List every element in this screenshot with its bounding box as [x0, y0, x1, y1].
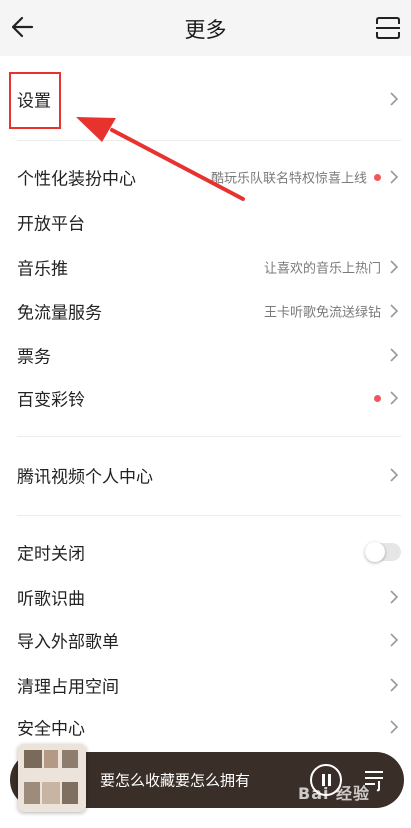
menu-item-label: 导入外部歌单 [17, 632, 119, 653]
menu-item-label: 定时关闭 [17, 544, 85, 565]
menu-item-song-recognition[interactable]: 听歌识曲 [0, 577, 411, 617]
menu-item-label: 音乐推 [17, 259, 68, 280]
menu-item-security-center[interactable]: 安全中心 [0, 707, 411, 747]
menu-item-settings[interactable]: 设置 [0, 79, 411, 119]
menu-item-sleep-timer[interactable]: 定时关闭 [0, 532, 411, 572]
chevron-right-icon [390, 304, 399, 318]
annotation-highlight-box [9, 72, 61, 129]
menu-item-label: 听歌识曲 [17, 589, 85, 610]
menu-item-hint: 酷玩乐队联名特权惊喜上线 [210, 171, 367, 187]
menu-item-ringback[interactable]: 百变彩铃 [0, 378, 411, 418]
chevron-right-icon [390, 590, 399, 604]
menu-item-open-platform[interactable]: 开放平台 [0, 202, 411, 242]
toggle-knob [365, 542, 385, 562]
menu-item-personalization[interactable]: 个性化装扮中心 酷玩乐队联名特权惊喜上线 [0, 157, 411, 197]
watermark-text: Bai 经验 [298, 784, 371, 803]
menu-item-label: 安全中心 [17, 719, 85, 740]
menu-item-label: 个性化装扮中心 [17, 169, 136, 190]
chevron-right-icon [390, 678, 399, 692]
menu-item-music-promote[interactable]: 音乐推 让喜欢的音乐上热门 [0, 247, 411, 287]
scan-icon[interactable] [375, 16, 401, 40]
divider [17, 436, 401, 437]
chevron-right-icon [390, 720, 399, 734]
menu-item-label: 票务 [17, 347, 51, 368]
divider [17, 515, 401, 516]
album-cover[interactable] [18, 744, 86, 812]
menu-item-hint: 王卡听歌免流送绿钻 [263, 305, 381, 321]
menu-item-import-playlist[interactable]: 导入外部歌单 [0, 620, 411, 660]
sleep-timer-toggle[interactable] [365, 542, 401, 562]
chevron-right-icon [390, 391, 399, 405]
notification-dot [374, 174, 381, 181]
menu-item-hint: 让喜欢的音乐上热门 [263, 261, 381, 277]
menu-item-label: 百变彩铃 [17, 390, 85, 411]
notification-dot [374, 395, 381, 402]
menu-item-label: 免流量服务 [17, 303, 102, 324]
menu-item-tencent-video[interactable]: 腾讯视频个人中心 [0, 455, 411, 495]
top-bar: 更多 [0, 0, 411, 56]
menu-item-label: 清理占用空间 [17, 677, 119, 698]
page-title: 更多 [184, 18, 227, 42]
chevron-right-icon [390, 348, 399, 362]
menu-item-clear-storage[interactable]: 清理占用空间 [0, 665, 411, 705]
chevron-right-icon [390, 468, 399, 482]
chevron-right-icon [390, 260, 399, 274]
menu-item-label: 腾讯视频个人中心 [17, 467, 153, 488]
menu-item-tickets[interactable]: 票务 [0, 335, 411, 375]
chevron-right-icon [390, 170, 399, 184]
now-playing-title: 要怎么收藏要怎么拥有 [100, 771, 251, 790]
chevron-right-icon [390, 92, 399, 106]
menu-item-label: 开放平台 [17, 214, 85, 235]
divider [17, 140, 401, 141]
chevron-right-icon [390, 633, 399, 647]
menu-item-free-data[interactable]: 免流量服务 王卡听歌免流送绿钻 [0, 291, 411, 331]
